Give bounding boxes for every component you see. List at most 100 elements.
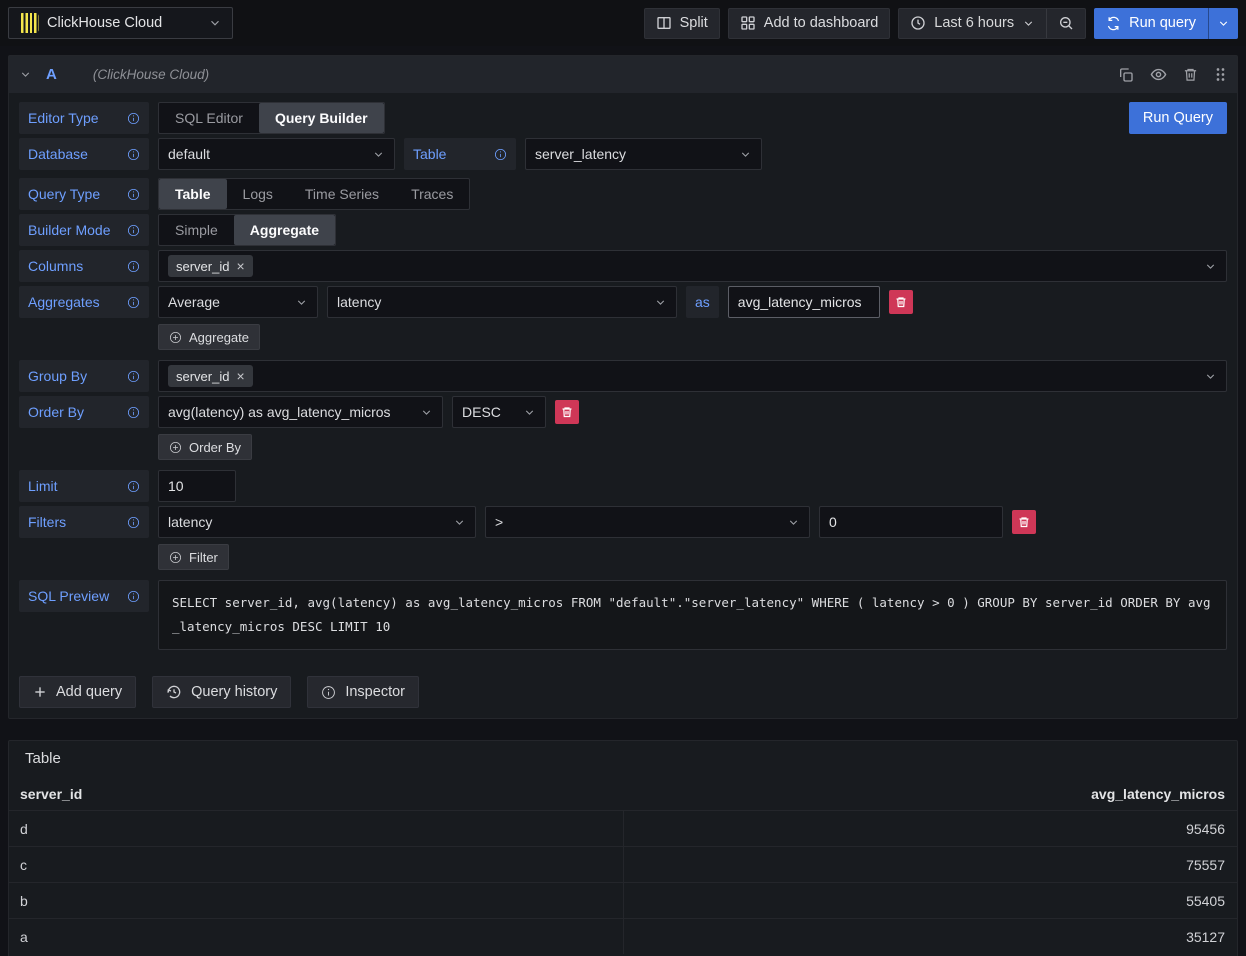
add-aggregate-button[interactable]: Aggregate bbox=[158, 324, 260, 350]
add-filter-button[interactable]: Filter bbox=[158, 544, 229, 570]
chevron-down-icon bbox=[295, 296, 308, 309]
aggregate-function-select[interactable]: Average bbox=[158, 286, 318, 318]
order-by-row: Order By avg(latency) as avg_latency_mic… bbox=[19, 396, 1227, 428]
chevron-down-icon bbox=[523, 406, 536, 419]
query-type-traces[interactable]: Traces bbox=[395, 179, 469, 209]
add-order-by-subrow: Order By bbox=[158, 434, 1227, 460]
query-type-time-series[interactable]: Time Series bbox=[289, 179, 395, 209]
table-result-panel: Table server_id avg_latency_micros d 954… bbox=[8, 740, 1238, 956]
time-range-picker[interactable]: Last 6 hours bbox=[899, 9, 1046, 38]
remove-order-by-button[interactable] bbox=[555, 400, 579, 424]
time-range-label: Last 6 hours bbox=[934, 15, 1014, 31]
editor-type-row: Editor Type SQL Editor Query Builder Run… bbox=[19, 102, 1227, 134]
info-icon[interactable] bbox=[127, 480, 140, 493]
trash-icon bbox=[1018, 516, 1030, 528]
info-icon[interactable] bbox=[127, 370, 140, 383]
run-query-button[interactable]: Run query bbox=[1094, 8, 1208, 39]
columns-multiselect[interactable]: server_id × bbox=[158, 250, 1227, 282]
info-icon[interactable] bbox=[127, 406, 140, 419]
remove-filter-button[interactable] bbox=[1012, 510, 1036, 534]
table-label: Table bbox=[404, 138, 516, 170]
filter-value-input[interactable] bbox=[819, 506, 1003, 538]
split-button[interactable]: Split bbox=[644, 8, 720, 39]
info-icon[interactable] bbox=[127, 224, 140, 237]
add-to-dashboard-label: Add to dashboard bbox=[764, 15, 878, 31]
run-query-dropdown-toggle[interactable] bbox=[1209, 8, 1238, 39]
group-by-chip-server-id: server_id × bbox=[168, 365, 253, 387]
remove-chip-icon[interactable]: × bbox=[236, 259, 244, 273]
collapse-chevron-icon[interactable] bbox=[19, 68, 32, 81]
aggregate-column-select[interactable]: latency bbox=[327, 286, 677, 318]
sql-preview-row: SQL Preview SELECT server_id, avg(latenc… bbox=[19, 580, 1227, 650]
chevron-down-icon bbox=[208, 16, 222, 30]
table-row[interactable]: b 55405 bbox=[9, 882, 1237, 918]
duplicate-query-icon[interactable] bbox=[1118, 67, 1134, 83]
datasource-picker[interactable]: ClickHouse Cloud bbox=[8, 7, 233, 39]
plus-circle-icon bbox=[169, 441, 182, 454]
info-icon[interactable] bbox=[127, 296, 140, 309]
query-type-logs[interactable]: Logs bbox=[227, 179, 289, 209]
run-query-button-editor[interactable]: Run Query bbox=[1129, 102, 1227, 134]
remove-aggregate-button[interactable] bbox=[889, 290, 913, 314]
columns-chip-server-id: server_id × bbox=[168, 255, 253, 277]
order-by-direction-select[interactable]: DESC bbox=[452, 396, 546, 428]
add-query-button[interactable]: Add query bbox=[19, 676, 136, 708]
remove-chip-icon[interactable]: × bbox=[236, 369, 244, 383]
editor-type-sql-editor[interactable]: SQL Editor bbox=[159, 103, 259, 133]
table-row[interactable]: d 95456 bbox=[9, 810, 1237, 846]
database-select[interactable]: default bbox=[158, 138, 395, 170]
query-history-button[interactable]: Query history bbox=[152, 676, 291, 708]
info-icon[interactable] bbox=[127, 590, 140, 603]
table-row[interactable]: a 35127 bbox=[9, 918, 1237, 954]
info-icon[interactable] bbox=[127, 516, 140, 529]
remove-query-trash-icon[interactable] bbox=[1183, 67, 1198, 82]
query-type-toggle: Table Logs Time Series Traces bbox=[158, 178, 470, 210]
order-by-field-select[interactable]: avg(latency) as avg_latency_micros bbox=[158, 396, 443, 428]
split-pane-icon bbox=[656, 15, 672, 31]
aggregate-alias-input[interactable] bbox=[728, 286, 880, 318]
info-icon[interactable] bbox=[127, 112, 140, 125]
history-icon bbox=[166, 684, 182, 700]
zoom-out-icon bbox=[1058, 15, 1074, 31]
filter-operator-select[interactable]: > bbox=[485, 506, 810, 538]
limit-row: Limit bbox=[19, 470, 1227, 502]
query-type-table[interactable]: Table bbox=[159, 179, 227, 209]
chevron-down-icon bbox=[787, 516, 800, 529]
info-icon[interactable] bbox=[494, 148, 507, 161]
limit-label: Limit bbox=[19, 470, 149, 502]
hide-query-eye-icon[interactable] bbox=[1150, 66, 1167, 83]
editor-type-query-builder[interactable]: Query Builder bbox=[259, 103, 384, 133]
add-to-dashboard-button[interactable]: Add to dashboard bbox=[728, 8, 890, 39]
zoom-out-time-button[interactable] bbox=[1047, 9, 1085, 38]
column-header-avg-latency-micros[interactable]: avg_latency_micros bbox=[623, 786, 1237, 802]
builder-mode-label: Builder Mode bbox=[19, 214, 149, 246]
info-icon[interactable] bbox=[127, 188, 140, 201]
info-icon[interactable] bbox=[127, 148, 140, 161]
explore-actions: Add query Query history Inspector bbox=[19, 676, 1227, 708]
table-select[interactable]: server_latency bbox=[525, 138, 762, 170]
cell-avg-latency: 35127 bbox=[623, 919, 1237, 954]
limit-input[interactable] bbox=[158, 470, 236, 502]
datasource-hint: (ClickHouse Cloud) bbox=[93, 67, 1104, 82]
columns-label: Columns bbox=[19, 250, 149, 282]
table-row[interactable]: c 75557 bbox=[9, 846, 1237, 882]
order-by-label: Order By bbox=[19, 396, 149, 428]
info-icon[interactable] bbox=[127, 260, 140, 273]
query-type-label: Query Type bbox=[19, 178, 149, 210]
inspector-button[interactable]: Inspector bbox=[307, 676, 419, 708]
clickhouse-logo-icon bbox=[19, 13, 39, 33]
drag-handle-icon[interactable] bbox=[1214, 67, 1227, 82]
query-editor-panel: A (ClickHouse Cloud) Editor Type bbox=[8, 55, 1238, 719]
query-ref-id[interactable]: A bbox=[46, 66, 57, 83]
group-by-multiselect[interactable]: server_id × bbox=[158, 360, 1227, 392]
table-header-row: server_id avg_latency_micros bbox=[9, 777, 1237, 810]
filter-column-select[interactable]: latency bbox=[158, 506, 476, 538]
apps-grid-icon bbox=[740, 15, 756, 31]
builder-mode-aggregate[interactable]: Aggregate bbox=[234, 215, 335, 245]
add-order-by-button[interactable]: Order By bbox=[158, 434, 252, 460]
cell-avg-latency: 55405 bbox=[623, 883, 1237, 918]
chevron-down-icon bbox=[372, 148, 385, 161]
column-header-server-id[interactable]: server_id bbox=[9, 786, 623, 802]
plus-circle-icon bbox=[169, 551, 182, 564]
builder-mode-simple[interactable]: Simple bbox=[159, 215, 234, 245]
